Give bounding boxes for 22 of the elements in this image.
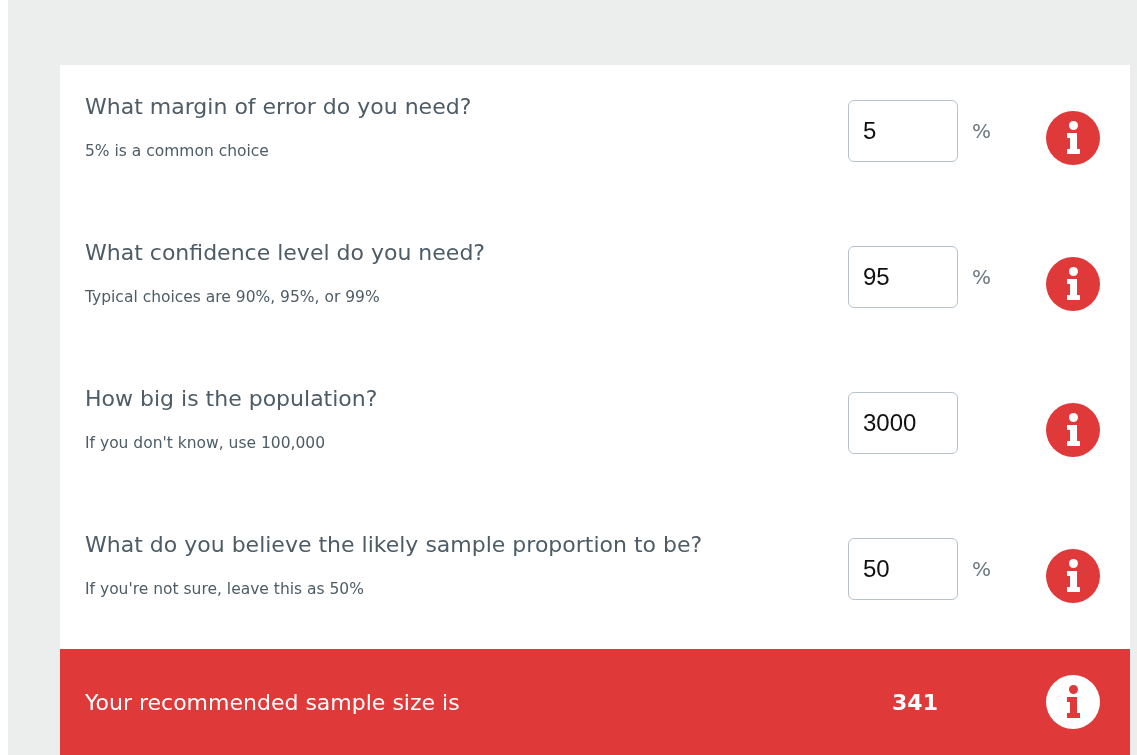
unit-label: %	[972, 265, 991, 289]
info-icon[interactable]	[1046, 111, 1100, 165]
info-icon[interactable]	[1046, 257, 1100, 311]
info-icon[interactable]	[1046, 403, 1100, 457]
question-hint: Typical choices are 90%, 95%, or 99%	[85, 288, 381, 306]
number-input[interactable]: 50	[848, 538, 958, 600]
question-hint: If you don't know, use 100,000	[85, 434, 327, 452]
number-input[interactable]: 95	[848, 246, 958, 308]
question-title: What confidence level do you need?	[85, 239, 487, 267]
info-icon[interactable]	[1046, 675, 1100, 729]
question-title: What do you believe the likely sample proportion to be?	[85, 531, 704, 559]
info-icon[interactable]	[1046, 549, 1100, 603]
question-title: What margin of error do you need?	[85, 93, 473, 121]
unit-label: %	[972, 119, 991, 143]
question-hint: If you're not sure, leave this as 50%	[85, 580, 365, 598]
question-hint: 5% is a common choice	[85, 142, 270, 160]
result-value: 341	[892, 689, 938, 715]
number-input[interactable]: 5	[848, 100, 958, 162]
result-label: Your recommended sample size is	[85, 689, 461, 715]
number-input[interactable]: 3000	[848, 392, 958, 454]
unit-label: %	[972, 557, 991, 581]
question-title: How big is the population?	[85, 385, 379, 413]
